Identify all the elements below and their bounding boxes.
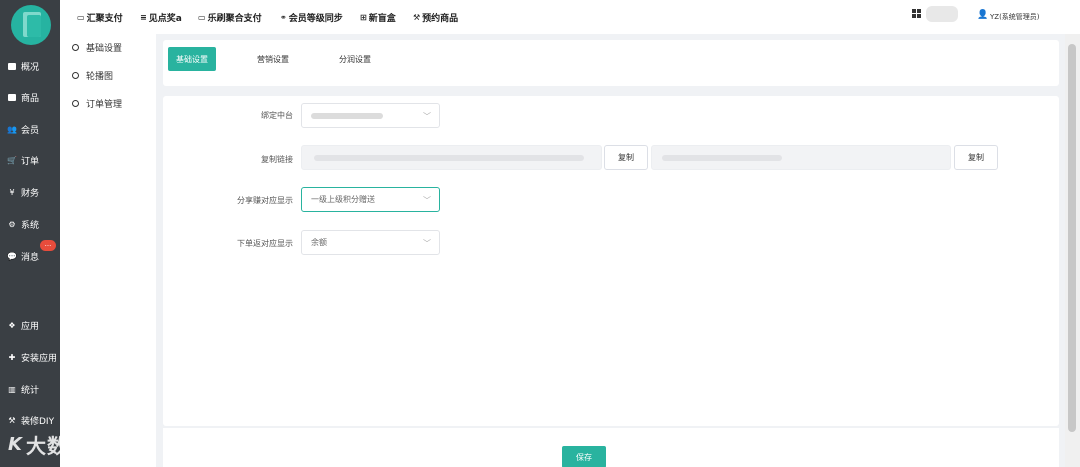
users-icon: 👥 — [7, 124, 17, 134]
list-icon: ≡ — [140, 13, 147, 22]
top-link-label: 见点奖a — [148, 14, 182, 24]
submenu-item-order-management[interactable]: 订单管理 — [72, 97, 122, 110]
copy-button-2[interactable]: 复制 — [954, 145, 998, 170]
sidebar-item-install-apps[interactable]: ✚ 安装应用 — [0, 348, 60, 366]
submenu-item-label: 轮播图 — [86, 72, 114, 82]
top-link-label: 预约商品 — [422, 14, 459, 24]
square-icon — [7, 92, 17, 102]
plus-box-icon: ⊞ — [360, 13, 367, 22]
order-display-value: 余额 — [311, 238, 327, 247]
share-display-label: 分享赚对应显示 — [237, 196, 293, 205]
bar-chart-icon: ▥ — [8, 384, 16, 394]
square-icon — [7, 61, 17, 71]
sidebar-item-label: 会员 — [21, 125, 40, 136]
bind-label: 绑定中台 — [261, 111, 293, 120]
copy-link-field-2[interactable] — [651, 145, 951, 170]
sidebar: 概况 商品 👥 会员 🛒 订单 ¥ 财务 ⚙ 系统 💬 消息 ... ❖ 应用 … — [0, 0, 60, 467]
tab-marketing-settings[interactable]: 营销设置 — [249, 47, 297, 71]
sidebar-item-label: 统计 — [21, 385, 40, 396]
sidebar-item-label: 装修DIY — [21, 416, 55, 427]
sidebar-item-orders[interactable]: 🛒 订单 — [0, 151, 60, 169]
top-link-leshua-pay[interactable]: ▭ 乐刷聚合支付 — [198, 11, 262, 24]
bind-value-redacted — [311, 112, 383, 119]
cart-icon: 🛒 — [7, 155, 17, 165]
top-link-label: 汇聚支付 — [86, 14, 123, 24]
top-link-member-sync[interactable]: ⚭ 会员等级同步 — [280, 11, 343, 24]
watermark-logo-icon: K — [8, 434, 22, 455]
order-display-select[interactable]: 余额 ﹀ — [301, 230, 440, 255]
copy-link-label: 复制链接 — [261, 155, 293, 164]
share-display-select[interactable]: 一级上级积分赠送 ﹀ — [301, 187, 440, 212]
top-link-jiandian-award[interactable]: ≡ 见点奖a — [140, 11, 182, 24]
sidebar-item-finance[interactable]: ¥ 财务 — [0, 183, 60, 201]
submenu: 基础设置 轮播图 订单管理 — [60, 34, 156, 467]
top-link-label: 新盲盒 — [368, 14, 396, 24]
sidebar-item-label: 概况 — [21, 62, 40, 73]
chevron-down-icon: ﹀ — [423, 239, 431, 248]
grid-icon[interactable] — [912, 9, 921, 18]
link-icon: ⚭ — [280, 13, 287, 22]
sidebar-item-statistics[interactable]: ▥ 统计 — [0, 380, 60, 398]
chat-icon: 💬 — [7, 251, 17, 261]
yen-icon: ¥ — [9, 187, 15, 197]
sidebar-item-diy[interactable]: ⚒ 装修DIY — [0, 411, 60, 429]
sidebar-item-members[interactable]: 👥 会员 — [0, 120, 60, 138]
sidebar-item-label: 应用 — [21, 321, 40, 332]
top-link-label: 会员等级同步 — [288, 14, 343, 24]
chevron-down-icon: ﹀ — [423, 112, 431, 121]
sidebar-item-label: 财务 — [21, 188, 40, 199]
share-display-value: 一级上级积分赠送 — [311, 195, 375, 204]
cubes-icon: ❖ — [8, 320, 16, 330]
puzzle-icon: ✚ — [8, 352, 16, 362]
bind-select[interactable]: ﹀ — [301, 103, 440, 128]
top-link-reserve-goods[interactable]: ⚒ 预约商品 — [413, 11, 458, 24]
scrollbar[interactable] — [1065, 34, 1080, 467]
circle-icon — [72, 100, 79, 107]
scrollbar-thumb[interactable] — [1068, 44, 1076, 432]
hammer-icon: ⚒ — [413, 13, 421, 22]
watermark: K 大数跨境 — [8, 430, 110, 459]
circle-icon — [72, 44, 79, 51]
tabs-panel: 基础设置 营销设置 分润设置 — [163, 40, 1059, 86]
settings-form: 绑定中台 ﹀ 复制链接 复制 复制 分享赚对应显示 一级上级积分赠送 ﹀ 下单返… — [163, 96, 1059, 426]
sidebar-item-apps[interactable]: ❖ 应用 — [0, 316, 60, 334]
tab-profit-settings[interactable]: 分润设置 — [331, 47, 379, 71]
sidebar-item-label: 系统 — [21, 220, 40, 231]
submenu-item-carousel[interactable]: 轮播图 — [72, 69, 113, 82]
save-area: 保存 — [163, 428, 1059, 467]
card-icon: ▭ — [198, 13, 206, 22]
submenu-item-basic-settings[interactable]: 基础设置 — [72, 41, 122, 54]
sidebar-item-system[interactable]: ⚙ 系统 — [0, 215, 60, 233]
sidebar-item-overview[interactable]: 概况 — [0, 57, 60, 75]
app-logo[interactable] — [11, 5, 51, 45]
hammer-icon: ⚒ — [8, 415, 16, 425]
chevron-down-icon: ﹀ — [423, 196, 431, 205]
save-button[interactable]: 保存 — [562, 446, 606, 467]
sidebar-item-label: 商品 — [21, 93, 40, 104]
copy-button-1[interactable]: 复制 — [604, 145, 648, 170]
copy-link-field-1[interactable] — [301, 145, 602, 170]
user-name[interactable]: YZ(系统管理员) — [990, 12, 1040, 22]
top-link-label: 乐刷聚合支付 — [207, 14, 262, 24]
submenu-item-label: 订单管理 — [86, 100, 123, 110]
message-badge: ... — [40, 240, 56, 251]
watermark-text: 大数跨境 — [25, 434, 110, 458]
tab-basic-settings[interactable]: 基础设置 — [168, 47, 216, 71]
user-icon: 👤 — [977, 10, 989, 20]
card-icon: ▭ — [77, 13, 85, 22]
top-link-huiju-pay[interactable]: ▭ 汇聚支付 — [77, 11, 123, 24]
sidebar-item-goods[interactable]: 商品 — [0, 88, 60, 106]
submenu-item-label: 基础设置 — [86, 44, 123, 54]
top-bar: ▭ 汇聚支付 ≡ 见点奖a ▭ 乐刷聚合支付 ⚭ 会员等级同步 ⊞ 新盲盒 ⚒ … — [60, 0, 1080, 34]
gears-icon: ⚙ — [8, 219, 16, 229]
circle-icon — [72, 72, 79, 79]
order-display-label: 下单返对应显示 — [237, 239, 293, 248]
top-link-blind-box[interactable]: ⊞ 新盲盒 — [360, 11, 396, 24]
sidebar-item-label: 订单 — [21, 156, 40, 167]
sidebar-item-label: 消息 — [21, 252, 40, 263]
sidebar-item-label: 安装应用 — [21, 353, 58, 364]
avatar[interactable] — [926, 6, 958, 22]
